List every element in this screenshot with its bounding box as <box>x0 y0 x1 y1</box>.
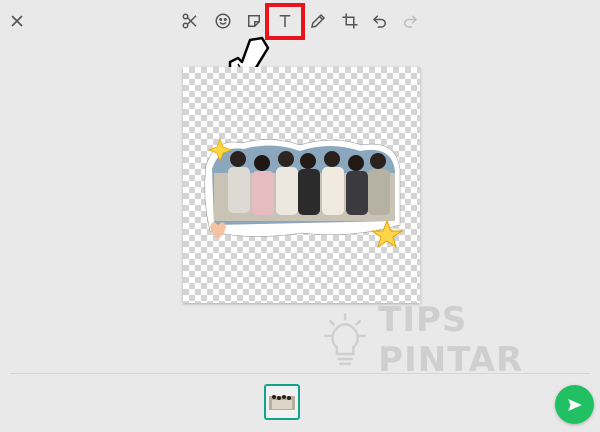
send-button[interactable] <box>555 385 594 424</box>
text-icon[interactable] <box>272 8 298 34</box>
watermark-text: TIPS PINTAR <box>378 300 524 380</box>
group-photo-sticker[interactable] <box>200 129 405 251</box>
scissors-icon[interactable] <box>177 8 203 34</box>
lightbulb-icon <box>324 313 367 366</box>
editor-toolbar <box>0 0 600 44</box>
undo-icon[interactable] <box>367 8 393 34</box>
divider <box>10 373 590 374</box>
close-icon[interactable] <box>4 8 30 34</box>
image-thumbnail[interactable] <box>264 384 300 420</box>
watermark: TIPS PINTAR <box>322 300 582 380</box>
pencil-icon[interactable] <box>305 8 331 34</box>
crop-rotate-icon[interactable] <box>337 8 363 34</box>
image-canvas[interactable] <box>183 67 420 303</box>
emoji-icon[interactable] <box>210 8 236 34</box>
send-icon <box>567 398 582 411</box>
thumbnail-preview <box>266 386 298 418</box>
sticker-icon[interactable] <box>241 8 267 34</box>
redo-icon <box>397 8 423 34</box>
